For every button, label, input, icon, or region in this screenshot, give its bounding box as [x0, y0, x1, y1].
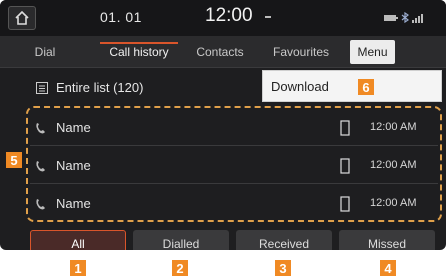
bluetooth-icon: [401, 12, 409, 23]
signal-icon: [412, 13, 423, 23]
callout-badge: 6: [358, 79, 374, 95]
home-button[interactable]: [8, 6, 36, 30]
battery-icon: [384, 14, 398, 21]
tab-call-history[interactable]: Call history: [96, 36, 182, 68]
list-icon: [36, 81, 48, 94]
status-time: 12:00: [205, 5, 253, 26]
filter-received-button[interactable]: Received: [236, 230, 332, 250]
phone-screen: 01. 01 12:00 Dial Call history Contacts …: [0, 0, 446, 250]
filter-dialled-button[interactable]: Dialled: [133, 230, 229, 250]
callout-badge: 3: [275, 260, 291, 276]
status-icons: [384, 12, 424, 23]
tab-favourites[interactable]: Favourites: [258, 36, 344, 68]
menu-button[interactable]: Menu: [350, 40, 395, 64]
tab-contacts[interactable]: Contacts: [184, 36, 256, 68]
entire-list-header[interactable]: Entire list (120): [36, 80, 143, 95]
status-bar: 01. 01 12:00: [0, 0, 446, 36]
status-date: 01. 01: [100, 9, 142, 25]
download-label: Download: [271, 78, 329, 94]
tab-dial[interactable]: Dial: [20, 36, 70, 68]
download-menu-item[interactable]: Download: [262, 70, 442, 102]
filter-missed-button[interactable]: Missed: [339, 230, 435, 250]
callout-badge: 1: [70, 260, 86, 276]
home-icon: [15, 11, 29, 25]
callout-badge: 2: [172, 260, 188, 276]
callout-badge: 5: [6, 152, 22, 168]
call-list-highlight: [26, 106, 442, 222]
status-ampm-mark: [265, 16, 271, 18]
callout-badge: 4: [380, 260, 396, 276]
filter-all-button[interactable]: All: [30, 230, 126, 250]
entire-list-label: Entire list (120): [56, 80, 144, 95]
